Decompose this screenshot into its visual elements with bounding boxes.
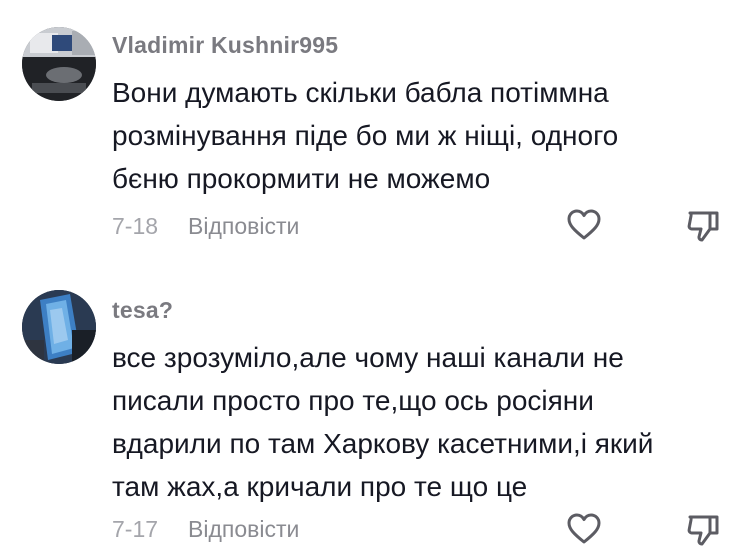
comment-text: все зрозуміло,але чому наші канали не пи… [112, 336, 653, 508]
comment-date: 7-18 [112, 213, 159, 239]
thumbs-down-outline-icon[interactable] [686, 513, 720, 547]
reply-button[interactable]: Відповісти [188, 213, 299, 239]
reply-button[interactable]: Відповісти [188, 516, 299, 542]
avatar[interactable] [22, 27, 96, 101]
comment-text: Вони думають скільки бабла потіммна розм… [112, 71, 618, 200]
comment-item: Vladimir Kushnir995 Вони думають скільки… [0, 0, 750, 260]
comment-meta: 7-17 Відповісти [112, 516, 299, 543]
comment-text-line: розмінування піде бо ми ж ніщі, одного [112, 120, 619, 151]
comment-username[interactable]: tesa? [112, 297, 173, 324]
comment-text-line: бєню прокормити не можемо [112, 163, 491, 194]
heart-outline-icon[interactable] [567, 513, 601, 545]
comment-item: tesa? все зрозуміло,але чому наші канали… [0, 270, 750, 559]
comment-text-line: Вони думають скільки бабла потіммна [112, 77, 609, 108]
comment-meta: 7-18 Відповісти [112, 213, 299, 240]
comment-date: 7-17 [112, 516, 159, 542]
thumbs-down-outline-icon[interactable] [686, 209, 720, 243]
comment-text-line: там жах,а кричали про те що це [112, 471, 528, 502]
comment-text-line: писали просто про те,що ось росіяни [112, 385, 594, 416]
heart-outline-icon[interactable] [567, 209, 601, 241]
avatar[interactable] [22, 290, 96, 364]
comment-username[interactable]: Vladimir Kushnir995 [112, 32, 338, 59]
comment-text-line: вдарили по там Харкову касетними,і який [112, 428, 654, 459]
comment-text-line: все зрозуміло,але чому наші канали не [112, 342, 624, 373]
